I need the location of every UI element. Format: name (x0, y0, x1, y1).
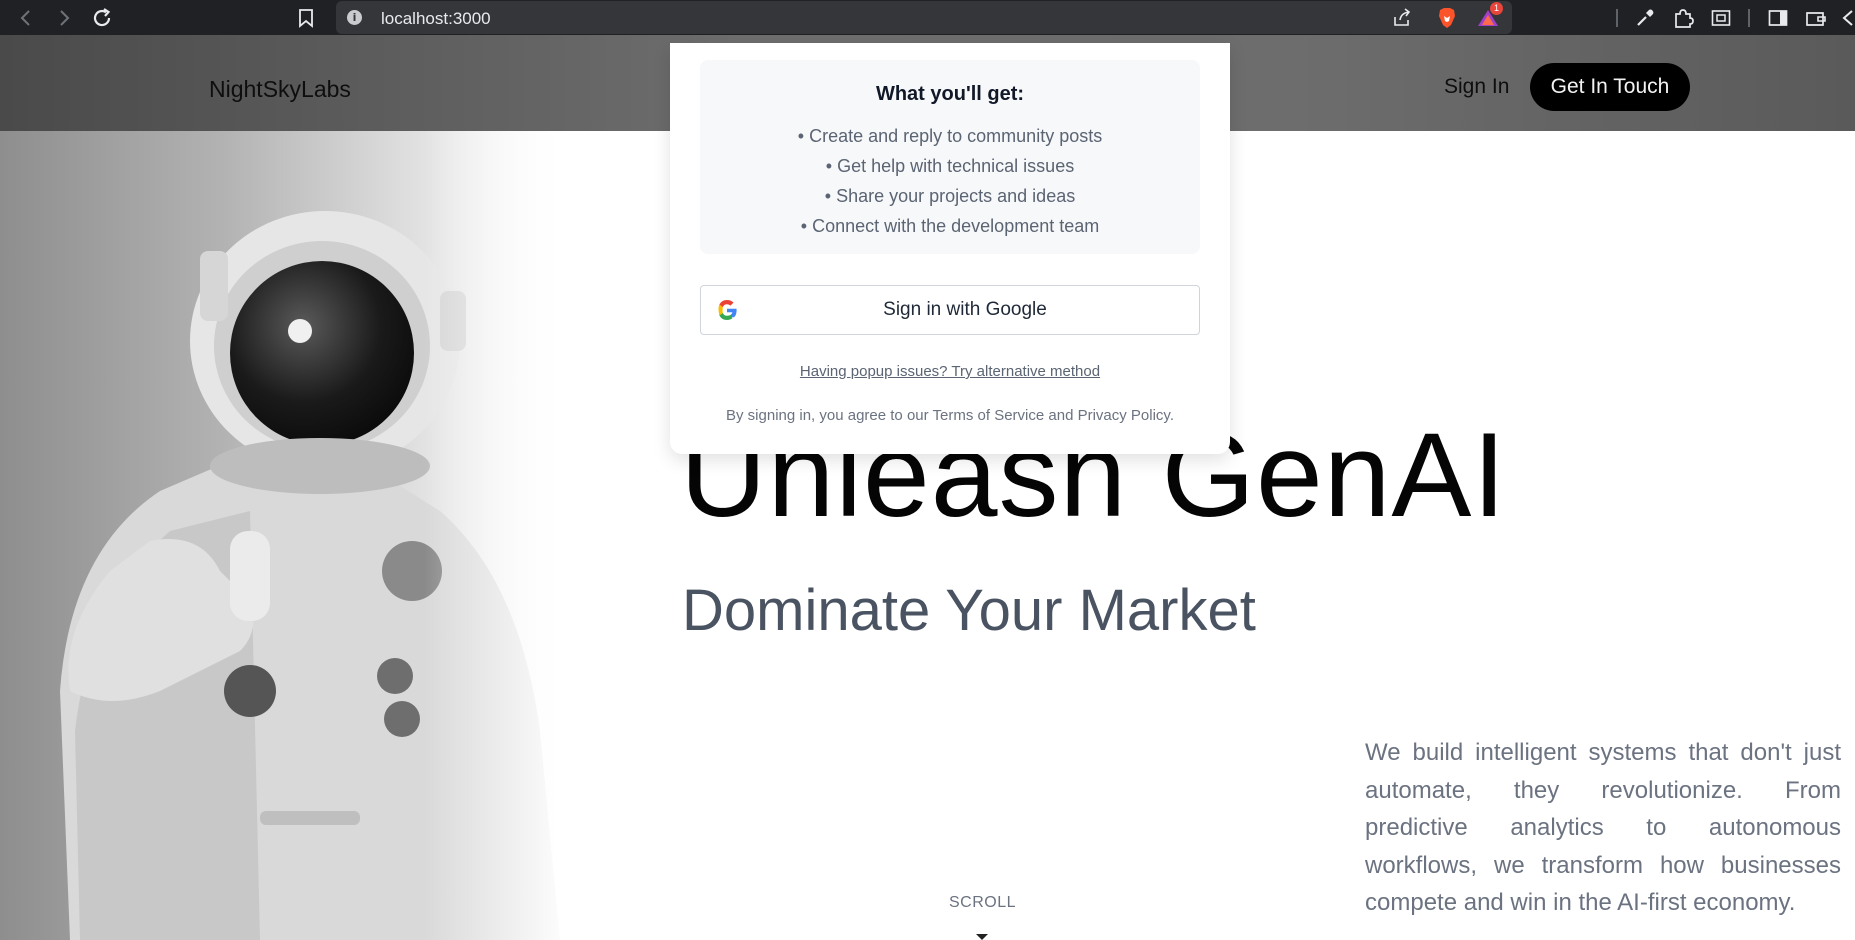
terms-notice: By signing in, you agree to our Terms of… (726, 407, 1174, 424)
site-logo[interactable]: NightSkyLabs (209, 76, 351, 103)
benefit-item: • Create and reply to community posts (797, 126, 1103, 146)
astronaut-illustration (0, 131, 565, 940)
benefits-panel: What you'll get: • Create and reply to c… (700, 60, 1200, 254)
reload-icon[interactable] (88, 0, 116, 35)
get-in-touch-button[interactable]: Get In Touch (1530, 63, 1690, 111)
bookmark-icon[interactable] (296, 0, 316, 35)
extensions-puzzle-icon[interactable] (1670, 0, 1696, 35)
info-icon[interactable]: i (347, 10, 362, 25)
toolbar-divider (1616, 9, 1618, 27)
forward-icon[interactable] (52, 0, 76, 35)
leo-icon[interactable] (1838, 0, 1855, 35)
benefit-item: • Get help with technical issues (825, 156, 1075, 176)
alternative-sign-in-link[interactable]: Having popup issues? Try alternative met… (670, 363, 1230, 380)
brave-lion-icon[interactable] (1436, 0, 1458, 35)
share-icon[interactable] (1390, 0, 1414, 35)
sidebar-icon[interactable] (1766, 0, 1790, 35)
url-text[interactable]: localhost:3000 (381, 9, 491, 29)
eyedropper-icon[interactable] (1633, 0, 1657, 35)
sign-in-link[interactable]: Sign In (1444, 75, 1509, 99)
back-icon[interactable] (14, 0, 38, 35)
hero-description: We build intelligent systems that don't … (1365, 739, 1841, 916)
benefit-item: • Connect with the development team (800, 216, 1100, 236)
toolbar-divider (1748, 9, 1750, 27)
sign-in-dialog: What you'll get: • Create and reply to c… (670, 43, 1230, 454)
benefits-title: What you'll get: (875, 83, 1025, 105)
sign-in-with-google-button[interactable]: Sign in with Google (700, 285, 1200, 335)
wallet-icon[interactable] (1804, 0, 1828, 35)
browser-toolbar: i localhost:3000 1 (0, 0, 1855, 35)
scroll-down-arrow-icon[interactable] (976, 934, 988, 940)
benefits-list: • Create and reply to community posts • … (700, 121, 1200, 241)
screenshot-icon[interactable] (1709, 0, 1733, 35)
scroll-indicator-label[interactable]: SCROLL (949, 894, 1016, 912)
astronaut-image (0, 131, 565, 940)
google-button-label: Sign in with Google (883, 299, 1047, 320)
hero-subheadline: Dominate Your Market (682, 578, 1256, 643)
address-bar[interactable]: i localhost:3000 (336, 1, 1512, 34)
benefit-item: • Share your projects and ideas (824, 186, 1076, 206)
extension-badge: 1 (1490, 2, 1503, 15)
